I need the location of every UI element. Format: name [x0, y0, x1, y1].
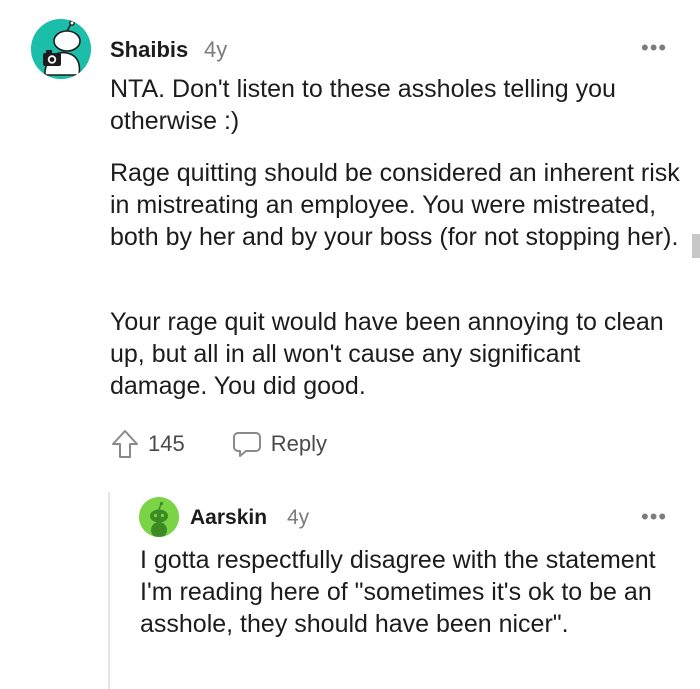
scrollbar-thumb[interactable]	[692, 234, 700, 258]
reply-comment: Aarskin 4y ••• I gotta respectfully disa…	[0, 480, 700, 689]
comment-paragraph: NTA. Don't listen to these assholes tell…	[110, 75, 616, 135]
more-options-icon[interactable]: •••	[641, 37, 667, 59]
speech-bubble-icon	[232, 432, 261, 457]
reply-button[interactable]: Reply	[231, 428, 327, 460]
snoo-camera-icon	[31, 19, 91, 79]
comment-age: 4y	[287, 506, 310, 529]
comment-age: 4y	[204, 37, 228, 62]
username[interactable]: Aarskin	[190, 506, 267, 530]
comment-paragraph: Your rage quit would have been annoying …	[110, 308, 664, 400]
comment: Shaibis 4y ••• NTA. Don't listen to thes…	[0, 0, 700, 480]
comment-actions: 145 Reply	[110, 428, 327, 460]
user-avatar[interactable]	[139, 497, 179, 537]
username[interactable]: Shaibis	[110, 37, 188, 63]
snoo-avatar-icon	[139, 497, 179, 537]
comment-paragraph: Rage quitting should be considered an in…	[110, 159, 680, 251]
more-options-icon[interactable]: •••	[641, 506, 667, 528]
reply-label: Reply	[270, 431, 327, 456]
user-avatar[interactable]	[31, 19, 91, 79]
comment-paragraph: I gotta respectfully disagree with the s…	[140, 546, 656, 638]
vote-count: 145	[148, 431, 185, 456]
upvote-button[interactable]: 145	[110, 428, 185, 460]
upvote-arrow-icon	[112, 430, 138, 458]
